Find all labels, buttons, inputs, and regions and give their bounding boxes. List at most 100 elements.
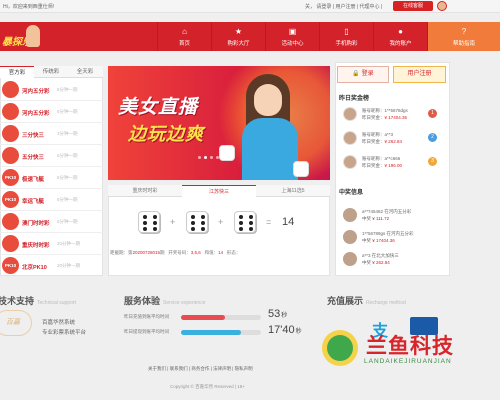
- tab-all-day[interactable]: 全天彩: [68, 66, 102, 78]
- lottery-icon: [2, 213, 19, 230]
- nav-label: 购彩大厅: [227, 41, 250, 47]
- deposit-speed-bar: [181, 315, 225, 320]
- copyright: Copyright © 百嘉华然 Reserved | 18+: [170, 384, 245, 389]
- lottery-item[interactable]: PK10 幸运飞艇 5分钟一期: [0, 189, 103, 211]
- nav-lottery-hall[interactable]: ★ 购彩大厅: [211, 22, 265, 51]
- lottery-item[interactable]: 河内五分彩 5分钟一期: [0, 79, 103, 101]
- deposit-speed-value: 53秒: [268, 308, 288, 320]
- draw-sum-value: 14: [218, 250, 224, 255]
- account-links[interactable]: 关， 请登录 | 用户注册 | 代理中心 |: [305, 3, 382, 10]
- recharge-title: 充值展示 Recharge method: [327, 296, 406, 306]
- user-icon: ●: [398, 27, 403, 36]
- watermark-title: 兰鱼科技: [366, 335, 454, 358]
- news-item: a**745462 在河内五分彩 中奖 ¥ 111.72: [340, 206, 446, 228]
- lottery-icon: [2, 103, 19, 120]
- lottery-item[interactable]: 重庆时时彩 20分钟一期: [0, 233, 103, 255]
- lottery-interval: 20分钟一期: [57, 263, 81, 268]
- avatar: [343, 230, 357, 244]
- star-icon: ★: [234, 27, 243, 36]
- tech-logo: 百嘉: [0, 310, 32, 336]
- lottery-item[interactable]: PK10 北京PK10 20分钟一期: [0, 255, 103, 277]
- help-icon: ?: [461, 27, 467, 36]
- lottery-icon: PK10: [2, 169, 19, 186]
- site-logo[interactable]: 暴探乐: [2, 25, 40, 49]
- draw-tabs: 重庆时时彩 江苏快三 上海11选5: [108, 185, 330, 197]
- lottery-icon: PK10: [2, 257, 19, 274]
- service-avatar: [437, 1, 447, 11]
- home-icon: ⌂: [182, 27, 187, 36]
- lottery-interval: 5分钟一期: [57, 175, 78, 180]
- nav-activity[interactable]: ▣ 活动中心: [265, 22, 319, 51]
- banner-subline: 边玩边爽: [128, 124, 204, 144]
- nav-account[interactable]: ● 我的账户: [373, 22, 427, 51]
- lottery-name: 澳门时时彩: [22, 221, 50, 227]
- top-bar: Hi，欢迎来到西重仕师! 关， 请登录 | 用户注册 | 代理中心 | 在线客服: [0, 0, 500, 13]
- draw-numbers: 3,5,6: [190, 250, 201, 255]
- pager-dot[interactable]: [210, 156, 213, 159]
- die-icon: [186, 211, 208, 233]
- draw-result: + + = 14: [108, 205, 330, 245]
- nav-label: 首页: [178, 41, 190, 47]
- draw-sum: 14: [282, 216, 295, 228]
- service-title: 服务体验 Service experience: [124, 296, 206, 306]
- lottery-item[interactable]: PK10 极速飞艇 5分钟一期: [0, 167, 103, 189]
- winner-item: 账号昵称：1**5678dgs 昨日奖金：¥ 17404.36 1: [340, 104, 446, 128]
- nav-label: 帮助指南: [452, 41, 475, 47]
- lottery-interval: 5分钟一期: [57, 87, 78, 92]
- winner-item: 账号昵称：a**3 昨日奖金：¥ 262.84 2: [340, 128, 446, 152]
- news-item: a**3 在北大加快三 中奖 ¥ 262.84: [340, 250, 446, 272]
- nav-home[interactable]: ⌂ 首页: [157, 22, 211, 51]
- watermark-subtitle: LANDAIKEJIRUANJIAN: [364, 358, 452, 365]
- pager-dot[interactable]: [204, 156, 207, 159]
- withdraw-speed-value: 17'40秒: [268, 324, 302, 336]
- draw-tab-jiangsu[interactable]: 江苏快三: [182, 185, 256, 197]
- banner-pager: [198, 155, 258, 159]
- lottery-icon: [2, 125, 19, 142]
- nav-mobile[interactable]: ▯ 手机购彩: [319, 22, 373, 51]
- withdraw-speed-bar: [181, 330, 241, 335]
- deposit-speed-row: 昨日充值到账平均时间: [124, 312, 264, 322]
- avatar: [343, 107, 357, 121]
- phone-icon: ▯: [344, 27, 349, 36]
- pager-dot[interactable]: [198, 156, 201, 159]
- news-title: 中奖信息: [339, 190, 364, 196]
- lottery-item[interactable]: 五分快三 5分钟一期: [0, 145, 103, 167]
- avatar: [343, 155, 357, 169]
- pager-dot[interactable]: [222, 156, 225, 159]
- lottery-item[interactable]: 澳门时时彩 5分钟一期: [0, 211, 103, 233]
- draw-issue: 20200728015: [132, 250, 161, 255]
- avatar: [343, 131, 357, 145]
- tab-official[interactable]: 官方彩: [0, 66, 34, 78]
- lottery-name: 极速飞艇: [22, 177, 45, 183]
- draw-tab-shanghai[interactable]: 上海11选5: [256, 185, 330, 197]
- winner-item: 账号昵称：a**c666 昨日奖金：¥ 196.00 3: [340, 152, 446, 176]
- banner-dice-image: [294, 162, 308, 176]
- online-service-button[interactable]: 在线客服: [393, 1, 433, 11]
- lottery-icon: [2, 147, 19, 164]
- die-icon: [138, 211, 160, 233]
- lottery-interval: 5分钟一期: [57, 153, 78, 158]
- footer-links[interactable]: 关于我们 | 联系我们 | 商务合作 | 法律声明 | 隐私声明: [148, 366, 308, 372]
- news-item: 1**56789gs 在河内五分彩 中奖 ¥ 17404.36: [340, 228, 446, 250]
- lottery-item[interactable]: 河内五分彩 5分钟一期: [0, 101, 103, 123]
- nav-help[interactable]: ? 帮助指南: [427, 22, 500, 51]
- lottery-item[interactable]: 三分快三 3分钟一期: [0, 123, 103, 145]
- nav-label: 我的账户: [389, 41, 412, 47]
- winners-title: 昨日奖金榜: [339, 96, 370, 102]
- lottery-interval: 3分钟一期: [57, 131, 78, 136]
- pager-dot[interactable]: [216, 156, 219, 159]
- login-button[interactable]: 🔒 登录: [337, 66, 389, 83]
- draw-tab-chongqing[interactable]: 重庆时时彩: [108, 185, 182, 197]
- lottery-interval: 5分钟一期: [57, 109, 78, 114]
- plus-sign: +: [170, 217, 176, 227]
- lottery-icon: [2, 81, 19, 98]
- watermark-logo: [322, 330, 358, 366]
- tab-traditional[interactable]: 传统彩: [34, 66, 68, 78]
- lottery-name: 重庆时时彩: [22, 243, 50, 249]
- rank-badge: 2: [428, 133, 437, 142]
- lottery-tabs: 官方彩 传统彩 全天彩: [0, 66, 103, 78]
- promo-banner[interactable]: 美女直播 边玩边爽: [108, 66, 330, 180]
- die-icon: [234, 211, 256, 233]
- nav-label: 手机购彩: [335, 41, 358, 47]
- register-button[interactable]: 用户注册: [393, 66, 446, 83]
